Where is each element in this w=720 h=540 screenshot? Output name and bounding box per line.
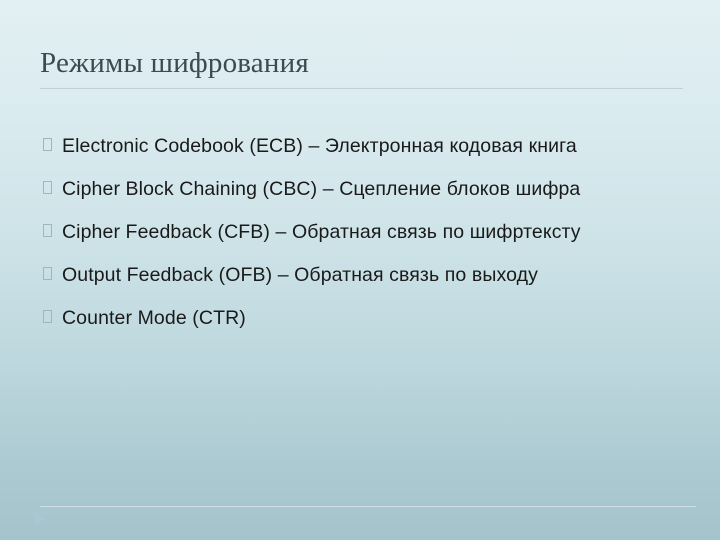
title-divider: [40, 87, 683, 89]
title-block: Режимы шифрования: [40, 44, 684, 89]
tofu-box-bullet-icon: [43, 224, 52, 237]
page-title: Режимы шифрования: [40, 47, 309, 79]
list-item-label: Cipher Block Chaining (CBC) – Сцепление …: [62, 178, 581, 200]
tofu-box-bullet-icon: [43, 138, 52, 151]
bullet-list: Electronic Codebook (ECB) – Электронная …: [40, 131, 680, 333]
list-item-label: Output Feedback (OFB) – Обратная связь п…: [62, 264, 538, 286]
list-item: Output Feedback (OFB) – Обратная связь п…: [40, 260, 680, 290]
footer-divider: [40, 506, 696, 508]
list-item-label: Electronic Codebook (ECB) – Электронная …: [62, 135, 577, 157]
list-item: Electronic Codebook (ECB) – Электронная …: [40, 131, 680, 161]
slide-canvas: Режимы шифрования Electronic Codebook (E…: [0, 0, 720, 540]
list-item: Cipher Block Chaining (CBC) – Сцепление …: [40, 174, 680, 204]
list-item: Cipher Feedback (CFB) – Обратная связь п…: [40, 217, 680, 247]
list-item-label: Cipher Feedback (CFB) – Обратная связь п…: [62, 221, 581, 243]
triangle-marker-icon: [35, 512, 44, 526]
tofu-box-bullet-icon: [43, 181, 52, 194]
tofu-box-bullet-icon: [43, 267, 52, 280]
list-item: Counter Mode (CTR): [40, 303, 680, 333]
list-item-label: Counter Mode (CTR): [62, 307, 246, 329]
tofu-box-bullet-icon: [43, 310, 52, 323]
